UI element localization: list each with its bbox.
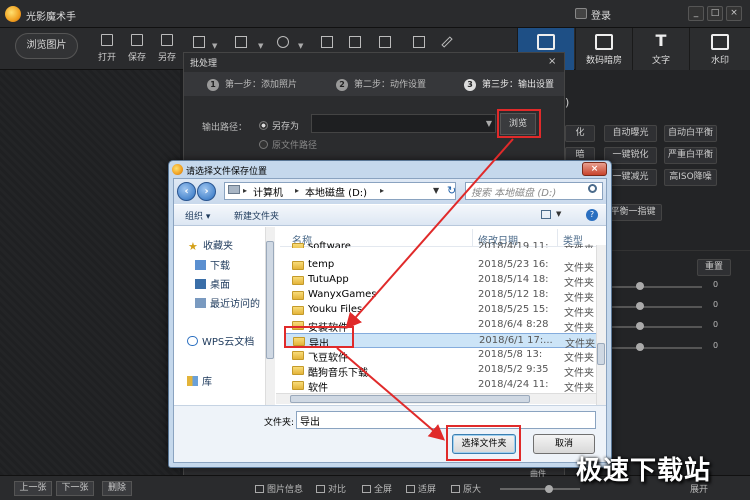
- arrow-to-select-button: [336, 347, 446, 441]
- arrow-to-folder: [345, 138, 514, 329]
- annotation-arrows: [336, 138, 514, 441]
- site-watermark: 极速下载站: [576, 456, 712, 486]
